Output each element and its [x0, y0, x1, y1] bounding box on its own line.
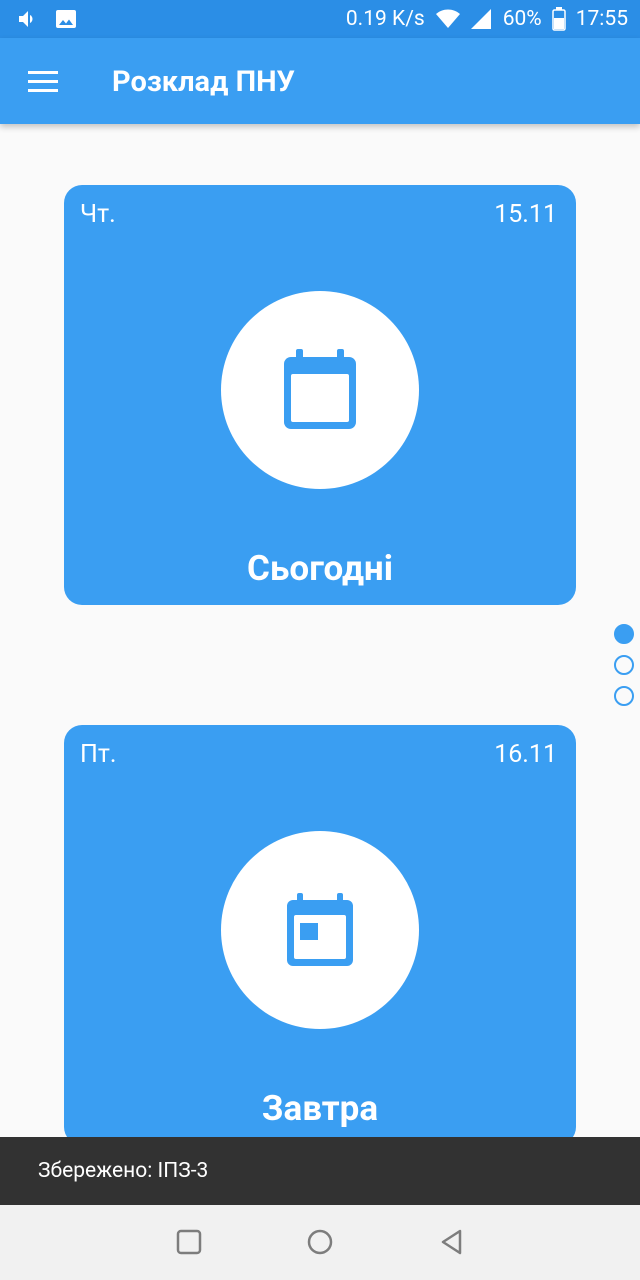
snackbar: Збережено: ІПЗ-3: [0, 1137, 640, 1205]
menu-icon: [28, 71, 58, 92]
battery-icon: [551, 7, 566, 31]
status-right: 0.19 K/s 60% 17:55: [346, 6, 628, 32]
card-icon-circle: [221, 291, 419, 489]
recent-apps-button[interactable]: [174, 1227, 204, 1257]
menu-button[interactable]: [18, 57, 68, 107]
tomorrow-card[interactable]: Пт. 16.11 Завтра: [64, 725, 576, 1145]
page-dot-2[interactable]: [614, 655, 634, 675]
battery-percent: 60%: [502, 7, 542, 31]
clock: 17:55: [575, 7, 628, 31]
card-label: Завтра: [261, 1088, 379, 1129]
app-bar: Розклад ПНУ: [0, 38, 640, 124]
card-label: Сьогодні: [247, 548, 393, 589]
card-icon-circle: [221, 831, 419, 1029]
image-icon: [54, 7, 78, 31]
square-icon: [176, 1229, 202, 1255]
home-button[interactable]: [305, 1227, 335, 1257]
circle-icon: [307, 1229, 333, 1255]
card-date: 16.11: [494, 740, 557, 769]
wifi-icon: [435, 7, 460, 31]
page-dot-1[interactable]: [614, 624, 634, 644]
page-indicator: [614, 624, 634, 717]
status-bar: 0.19 K/s 60% 17:55: [0, 0, 640, 38]
calendar-event-icon: [287, 893, 353, 966]
today-card[interactable]: Чт. 15.11 Сьогодні: [64, 185, 576, 605]
back-button[interactable]: [437, 1227, 467, 1257]
nav-bar: [0, 1205, 640, 1280]
card-date: 15.11: [494, 200, 557, 229]
status-left: [16, 7, 78, 31]
volume-icon: [16, 7, 40, 31]
card-day: Чт.: [80, 200, 116, 229]
card-day: Пт.: [80, 740, 117, 769]
net-speed: 0.19 K/s: [345, 7, 425, 31]
calendar-icon: [284, 349, 356, 429]
page-dot-3[interactable]: [614, 686, 634, 706]
snackbar-text: Збережено: ІПЗ-3: [38, 1159, 209, 1183]
back-triangle-icon: [441, 1229, 462, 1255]
signal-icon: [469, 7, 493, 31]
app-title: Розклад ПНУ: [112, 65, 295, 99]
